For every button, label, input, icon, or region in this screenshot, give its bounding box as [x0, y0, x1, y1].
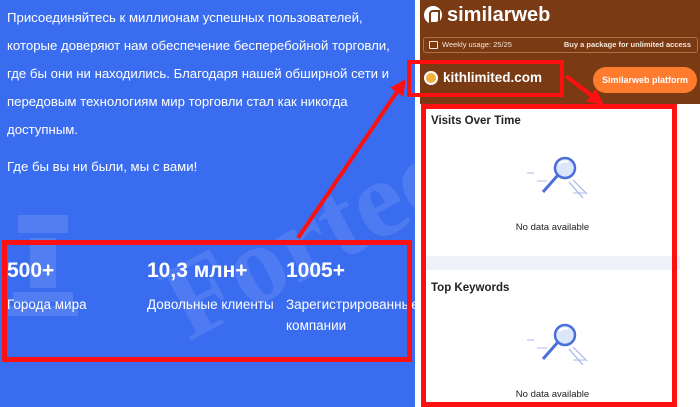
buy-package-link[interactable]: Buy a package for unlimited access: [564, 38, 691, 52]
stats-highlight-box: [2, 240, 412, 362]
similarweb-header: similarweb: [420, 0, 700, 34]
intro-paragraph: Присоединяйтесь к миллионам успешных пол…: [7, 10, 390, 137]
similarweb-brand: similarweb: [447, 4, 551, 26]
tagline-paragraph: Где бы вы ни были, мы с вами!: [7, 159, 198, 174]
metrics-highlight-box: [421, 104, 677, 407]
calendar-icon: [429, 41, 438, 49]
similarweb-logo-icon: [424, 6, 442, 24]
usage-bar: Weekly usage: 25/25 Buy a package for un…: [423, 37, 698, 53]
site-highlight-box: [407, 60, 564, 97]
usage-text: Weekly usage: 25/25: [442, 40, 512, 49]
similarweb-platform-button[interactable]: Similarweb platform: [593, 67, 697, 93]
